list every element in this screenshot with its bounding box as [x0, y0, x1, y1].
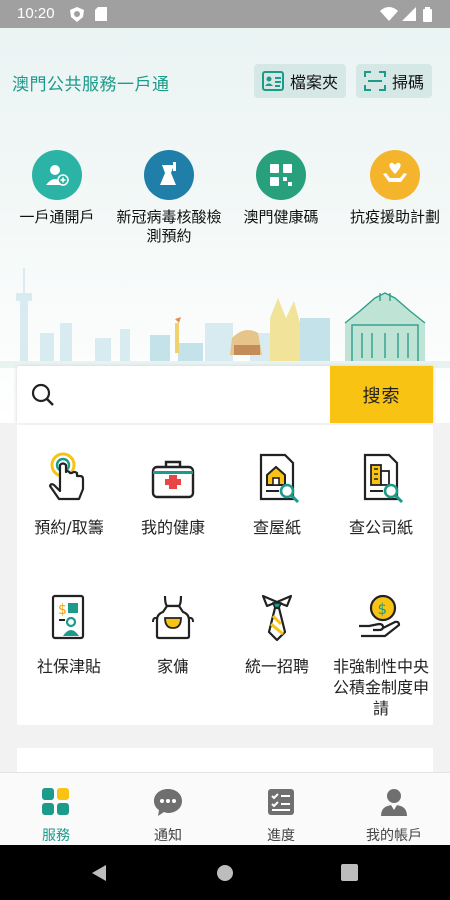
shield-icon — [70, 7, 84, 22]
service-label: 家傭 — [156, 657, 189, 676]
home-header: 澳門公共服務一戶通 檔案夾 掃碼 一戶通開戶 新冠病毒核酸檢測預約 澳門健康碼 … — [0, 28, 450, 423]
social-security-icon: $ — [51, 594, 85, 640]
service-label: 查屋紙 — [252, 518, 301, 537]
id-card-icon — [262, 71, 284, 91]
quick-action-open-account[interactable]: 一戶通開戶 — [2, 150, 112, 227]
quick-action-label: 一戶通開戶 — [19, 208, 95, 226]
service-social-security[interactable]: $ 社保津貼 — [17, 590, 121, 677]
svg-text:$: $ — [58, 602, 67, 618]
service-domestic-helper[interactable]: 家傭 — [121, 590, 225, 677]
medical-kit-icon — [151, 460, 195, 499]
recents-icon[interactable] — [341, 864, 358, 881]
service-provident-fund[interactable]: $ 非強制性中央公積金制度申請 — [329, 590, 433, 719]
search-button[interactable]: 搜索 — [330, 366, 433, 423]
back-icon[interactable] — [90, 864, 108, 882]
quick-action-label: 澳門健康碼 — [243, 208, 319, 226]
tab-label: 服務 — [42, 828, 70, 844]
service-company-register[interactable]: 查公司紙 — [329, 451, 433, 538]
grid-icon — [42, 788, 69, 815]
tab-progress[interactable]: 進度 — [225, 773, 337, 846]
status-time: 10:20 — [17, 5, 55, 22]
money-hand-icon: $ — [359, 594, 401, 638]
service-booking[interactable]: 預約/取籌 — [17, 451, 121, 538]
search-icon — [31, 383, 54, 406]
tie-icon — [261, 594, 293, 642]
service-label: 查公司紙 — [348, 518, 413, 537]
scan-button-label: 掃碼 — [392, 73, 425, 92]
scan-button[interactable]: 掃碼 — [356, 64, 433, 98]
service-label: 統一招聘 — [244, 657, 309, 676]
service-label: 非強制性中央公積金制度申請 — [333, 657, 430, 718]
search-input[interactable] — [73, 378, 333, 412]
tab-label: 我的帳戶 — [366, 828, 422, 844]
checklist-icon — [268, 789, 294, 815]
service-unified-recruitment[interactable]: 統一招聘 — [225, 590, 329, 677]
qr-code-icon — [256, 150, 306, 200]
tap-hand-icon — [48, 452, 85, 501]
quick-action-label: 新冠病毒核酸檢測預約 — [116, 208, 222, 245]
services-grid: 預約/取籌 我的健康 查屋紙 查公司紙 $ 社保津貼 家傭 統一招聘 $ 非強制… — [17, 425, 433, 725]
battery-icon — [423, 7, 432, 22]
person-icon — [381, 789, 407, 816]
search-bar: 搜索 — [17, 366, 433, 423]
service-property-register[interactable]: 查屋紙 — [225, 451, 329, 538]
chat-bubble-icon — [154, 789, 182, 816]
system-navigation-bar — [0, 845, 450, 900]
scan-icon — [364, 71, 386, 91]
service-label: 社保津貼 — [36, 657, 101, 676]
apron-icon — [152, 595, 194, 640]
macau-skyline-illustration — [0, 268, 450, 368]
tab-label: 通知 — [154, 828, 182, 844]
quick-action-health-code[interactable]: 澳門健康碼 — [226, 150, 336, 227]
tab-label: 進度 — [267, 828, 295, 844]
bottom-navigation: 服務 通知 進度 我的帳戶 — [0, 772, 450, 845]
quick-action-covid-test[interactable]: 新冠病毒核酸檢測預約 — [114, 150, 224, 246]
tab-services[interactable]: 服務 — [0, 773, 112, 846]
svg-text:$: $ — [378, 600, 388, 618]
service-label: 我的健康 — [140, 518, 205, 537]
quick-action-anti-epidemic[interactable]: 抗疫援助計劃 — [340, 150, 450, 227]
folder-button[interactable]: 檔案夾 — [254, 64, 347, 98]
test-tube-icon — [144, 150, 194, 200]
wifi-icon — [380, 7, 398, 21]
signal-icon — [402, 7, 416, 21]
home-icon[interactable] — [216, 864, 234, 882]
app-title: 澳門公共服務一戶通 — [12, 75, 170, 95]
add-user-icon — [32, 150, 82, 200]
tab-notifications[interactable]: 通知 — [112, 773, 224, 846]
service-label: 預約/取籌 — [34, 518, 104, 537]
status-bar: 10:20 — [0, 0, 450, 28]
sd-card-icon — [95, 7, 107, 21]
folder-button-label: 檔案夾 — [290, 73, 339, 92]
house-document-search-icon — [259, 453, 300, 504]
quick-action-label: 抗疫援助計劃 — [350, 208, 441, 226]
tab-my-account[interactable]: 我的帳戶 — [338, 773, 450, 846]
heart-hands-icon — [370, 150, 420, 200]
service-my-health[interactable]: 我的健康 — [121, 451, 225, 538]
company-document-search-icon — [363, 453, 404, 504]
